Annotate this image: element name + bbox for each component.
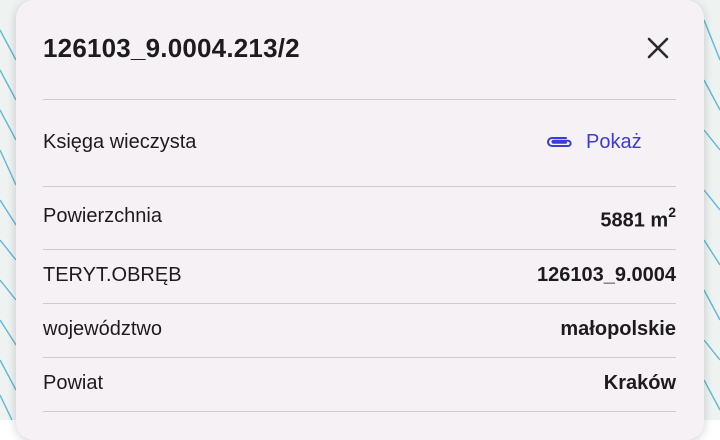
voivodeship-value: małopolskie bbox=[560, 318, 676, 340]
area-value: 5881 m2 bbox=[600, 204, 676, 233]
area-number: 5881 m bbox=[600, 209, 669, 232]
divider bbox=[43, 411, 676, 412]
parcel-info-panel: 126103_9.0004.213/2 Księga wieczysta Pok… bbox=[16, 0, 704, 440]
parcel-title: 126103_9.0004.213/2 bbox=[43, 33, 300, 63]
area-label: Powierzchnia bbox=[43, 205, 162, 227]
divider bbox=[43, 99, 676, 100]
county-label: Powiat bbox=[43, 372, 104, 394]
teryt-value: 126103_9.0004 bbox=[536, 264, 676, 286]
divider bbox=[43, 357, 676, 358]
divider bbox=[43, 186, 676, 187]
teryt-label: TERYT.OBRĘB bbox=[43, 264, 182, 286]
show-link-label: Pokaż bbox=[586, 130, 642, 153]
close-icon bbox=[647, 37, 669, 59]
show-land-register-link[interactable]: Pokaż bbox=[544, 128, 642, 156]
voivodeship-label: województwo bbox=[43, 318, 162, 340]
divider bbox=[43, 303, 676, 304]
paperclip-icon bbox=[547, 137, 572, 147]
county-value: Kraków bbox=[603, 372, 676, 394]
close-button[interactable] bbox=[642, 32, 674, 64]
land-register-label: Księga wieczysta bbox=[43, 131, 197, 153]
area-unit-superscript: 2 bbox=[668, 204, 676, 220]
divider bbox=[43, 249, 676, 250]
